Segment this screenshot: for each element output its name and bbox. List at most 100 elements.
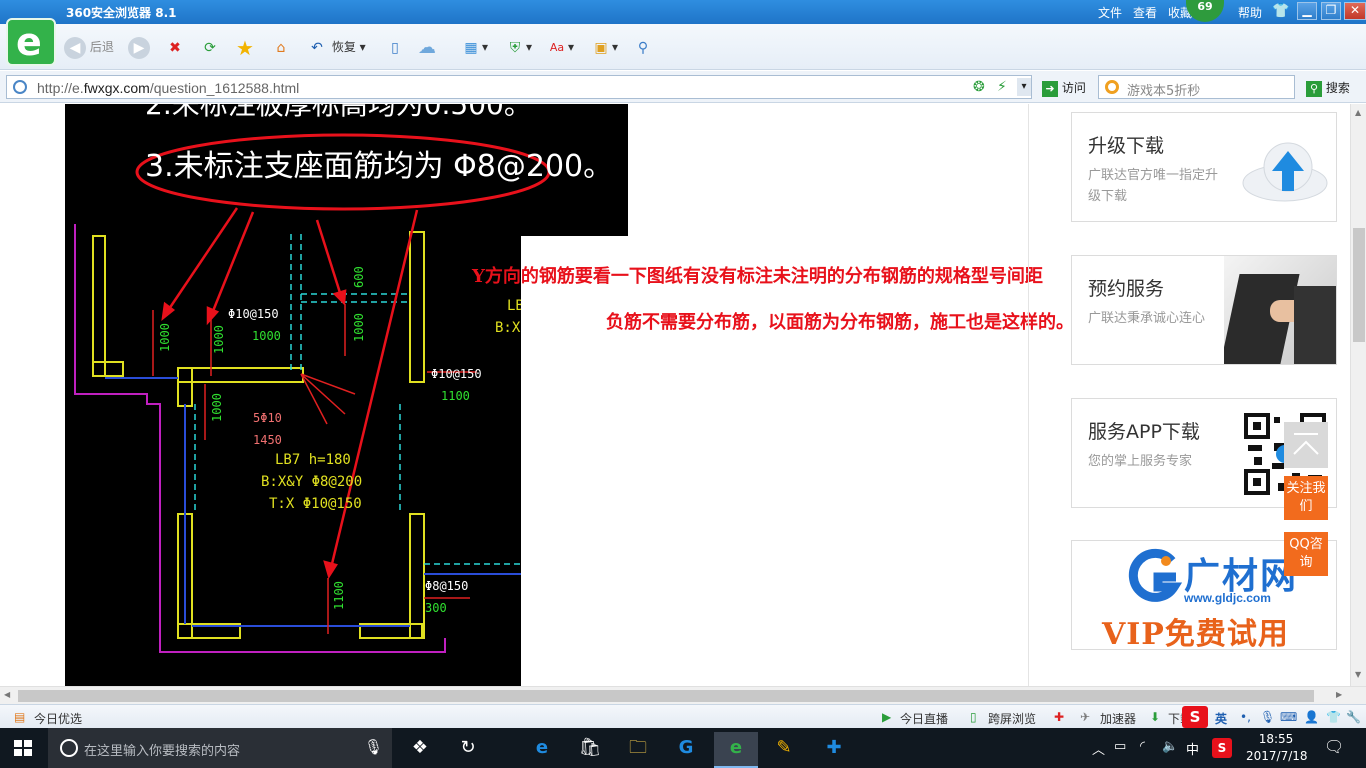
maximize-button[interactable]: ❐ — [1321, 2, 1341, 20]
card-upgrade-download[interactable]: 升级下载 广联达官方唯一指定升级下载 — [1071, 112, 1337, 222]
task-view-icon[interactable]: ❖ — [398, 732, 442, 768]
taskbar-search[interactable]: 在这里输入你要搜索的内容 🎙 — [48, 728, 392, 768]
phone-icon: ▯ — [391, 39, 399, 56]
translate-button[interactable]: Aa ▾ — [546, 34, 574, 60]
card-booking-service[interactable]: 预约服务 广联达秉承诚心连心 — [1071, 255, 1337, 365]
taskbar: 在这里输入你要搜索的内容 🎙 ❖ ↻ e 🛍 🗀 G e ✎ ✚ ︿ ▭ ◜ 🔈… — [0, 728, 1366, 768]
annotation-arrow — [165, 207, 239, 313]
vertical-scrollbar[interactable]: ▲ ▼ — [1350, 104, 1366, 686]
answer-line1: Y方向的钢筋要看一下图纸有没有标注未注明的分布钢筋的规格型号间距 — [472, 266, 1043, 287]
scroll-down-icon[interactable]: ▼ — [1355, 670, 1361, 679]
scroll-left-icon[interactable]: ◀ — [4, 690, 10, 699]
sogou-ime-icon[interactable]: S — [1182, 706, 1208, 728]
person-icon[interactable]: 👤 — [1304, 710, 1319, 724]
annotation-arrow — [209, 211, 255, 317]
search-engine-icon — [1105, 80, 1119, 94]
cad-wall — [409, 513, 425, 639]
browser-360-icon[interactable]: e — [714, 732, 758, 768]
refresh-button[interactable]: ⟳ — [199, 34, 221, 60]
follow-us-button[interactable]: 关注我们 — [1284, 476, 1328, 520]
horizontal-scrollbar[interactable]: ◀ ▶ — [0, 686, 1366, 704]
security-icon[interactable]: ✚ — [1054, 710, 1064, 724]
sidebar-divider — [1028, 104, 1029, 686]
scroll-right-icon[interactable]: ▶ — [1336, 690, 1342, 699]
search-icon: ⚲ — [1306, 81, 1322, 97]
close-button[interactable]: ✕ — [1344, 2, 1366, 20]
notification-center-icon[interactable]: 🗨 — [1324, 737, 1344, 756]
app-swirl-icon[interactable]: ↻ — [446, 732, 490, 768]
cloud-button[interactable]: ☁ — [416, 34, 438, 60]
ime-indicator[interactable]: 中 — [1186, 739, 1199, 758]
card-title: 预约服务 — [1088, 278, 1165, 300]
ime-mode[interactable]: 英 — [1215, 710, 1227, 727]
battery-icon[interactable]: ▭ — [1114, 739, 1126, 754]
browser-logo[interactable]: e — [6, 18, 56, 66]
shirt-icon[interactable]: 👕 — [1326, 710, 1341, 724]
cad-wall — [92, 361, 124, 377]
cross-app-icon[interactable]: ✚ — [812, 732, 856, 768]
minimize-button[interactable]: ▁ — [1297, 2, 1317, 20]
menu-view[interactable]: 查看 — [1133, 4, 1157, 21]
tray-expand-icon[interactable]: ︿ — [1092, 739, 1105, 758]
volume-icon[interactable]: 🔈 — [1162, 739, 1178, 754]
text-icon: Aa — [549, 40, 565, 54]
mic-icon[interactable]: 🎙 — [1260, 710, 1275, 724]
go-button[interactable]: ➜ 访问 — [1042, 79, 1086, 97]
screenshot-button[interactable]: ▣ ▾ — [590, 34, 618, 60]
status-accelerator[interactable]: 加速器 — [1100, 710, 1136, 727]
notes-icon[interactable]: ✎ — [762, 732, 806, 768]
up-chevron-icon — [1293, 433, 1319, 455]
vertical-scroll-thumb[interactable] — [1353, 228, 1365, 342]
status-today-picks[interactable]: 今日优选 — [34, 710, 82, 727]
clock[interactable]: 18:55 2017/7/18 — [1246, 731, 1308, 765]
skin-icon[interactable]: 👕 — [1272, 3, 1289, 19]
address-bar[interactable]: http://e.fwxgx.com/question_1612588.html… — [6, 75, 1032, 99]
wifi-icon[interactable]: ◜ — [1140, 739, 1145, 754]
gift-icon: ▤ — [14, 710, 26, 724]
url-dropdown-icon[interactable]: ▾ — [1017, 78, 1031, 96]
apps-button[interactable]: ▦ ▾ — [460, 34, 488, 60]
file-explorer-icon[interactable]: 🗀 — [616, 732, 660, 768]
menu-file[interactable]: 文件 — [1098, 4, 1122, 21]
restore-button[interactable]: ↶ 恢复 ▾ — [306, 34, 366, 60]
qq-consult-button[interactable]: QQ咨询 — [1284, 532, 1328, 576]
speed-icon[interactable]: ❂ — [973, 79, 985, 95]
status-cross-screen[interactable]: 跨屏浏览 — [988, 710, 1036, 727]
keyboard-icon[interactable]: ⌨ — [1280, 710, 1297, 724]
zoom-button[interactable]: ⚲ — [632, 34, 654, 60]
toolbar: ◀ 后退 ▶ ✖ ⟳ ★ ⌂ ↶ 恢复 ▾ ▯ ☁ ▦ ▾ ⛨ ▾ Aa ▾ ▣ ▾ ⚲ — [0, 24, 1366, 70]
menu-help[interactable]: 帮助 — [1238, 4, 1262, 21]
forward-button[interactable]: ▶ — [128, 34, 150, 60]
glodon-app-icon[interactable]: G — [664, 732, 708, 768]
back-button[interactable]: ◀ 后退 — [64, 34, 114, 60]
back-to-top-button[interactable] — [1284, 422, 1328, 468]
cad-wall — [92, 235, 106, 377]
cad-label: 1000 — [158, 323, 172, 352]
cad-label: 1000 — [210, 393, 224, 422]
windows-start-icon[interactable] — [14, 740, 32, 756]
security-button[interactable]: ⛨ ▾ — [504, 34, 532, 60]
status-live[interactable]: 今日直播 — [900, 710, 948, 727]
horizontal-scroll-thumb[interactable] — [18, 690, 1314, 702]
sogou-tray-icon[interactable]: S — [1212, 738, 1232, 758]
card-title: 服务APP下载 — [1088, 421, 1200, 443]
stop-button[interactable]: ✖ — [164, 34, 186, 60]
phone-button[interactable]: ▯ — [384, 34, 406, 60]
cad-label: 600 — [352, 266, 366, 288]
search-button[interactable]: ⚲ 搜索 — [1306, 79, 1350, 97]
scroll-up-icon[interactable]: ▲ — [1355, 108, 1361, 117]
cad-note-line1: 2.未标注板厚标高均为0.500。 — [145, 104, 532, 121]
card-subtitle: 广联达秉承诚心连心 — [1088, 311, 1206, 326]
punctuation-icon[interactable]: •, — [1240, 710, 1251, 724]
cad-label: 1000 — [212, 325, 226, 354]
search-box[interactable]: 游戏本5折秒 — [1098, 75, 1295, 99]
url-text[interactable]: http://e.fwxgx.com/question_1612588.html — [37, 80, 299, 96]
microphone-icon[interactable]: 🎙 — [364, 738, 383, 756]
lightning-icon[interactable]: ⚡ — [997, 79, 1007, 95]
store-icon[interactable]: 🛍 — [568, 732, 612, 768]
wrench-icon[interactable]: 🔧 — [1346, 710, 1361, 724]
favorite-button[interactable]: ★ — [234, 34, 256, 60]
screenshot-icon: ▣ — [594, 39, 608, 56]
edge-browser-icon[interactable]: e — [520, 732, 564, 768]
home-button[interactable]: ⌂ — [270, 34, 292, 60]
